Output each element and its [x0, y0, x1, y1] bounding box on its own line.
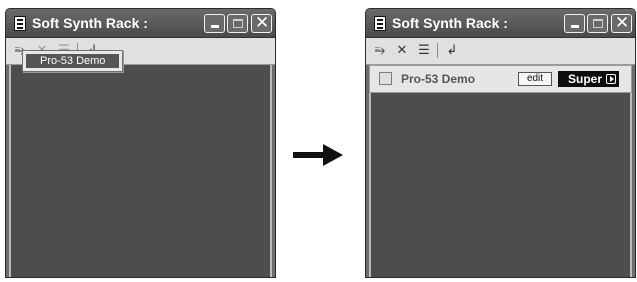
right-arrow-icon	[293, 144, 343, 166]
close-button[interactable]: ✕	[611, 13, 632, 33]
preset-button[interactable]: Super	[558, 71, 619, 87]
toolbar-separator	[437, 43, 438, 58]
insert-synth-icon[interactable]: ⥱	[372, 42, 388, 58]
synth-rack-window-before: Soft Synth Rack : ✕ ⥱ ✕ ☰ ↲	[5, 8, 276, 278]
synth-rack-window-after: Soft Synth Rack : ✕ ⥱ ✕ ☰ ↲ Pro-53 Demo …	[365, 8, 636, 278]
maximize-button[interactable]	[587, 14, 608, 33]
maximize-button[interactable]	[227, 14, 248, 33]
insert-menu: Pro-53 Demo	[22, 50, 123, 72]
properties-icon[interactable]: ☰	[416, 42, 432, 58]
delete-synth-icon[interactable]: ✕	[394, 42, 410, 58]
close-icon: ✕	[255, 13, 270, 32]
maximize-icon	[233, 19, 243, 28]
window-title: Soft Synth Rack :	[392, 15, 508, 31]
title-bar: Soft Synth Rack : ✕	[366, 9, 635, 38]
window-title: Soft Synth Rack :	[32, 15, 148, 31]
rack-area	[369, 65, 632, 277]
synth-slot[interactable]: Pro-53 Demo edit Super	[369, 65, 632, 93]
midi-icon[interactable]: ↲	[444, 42, 460, 58]
close-icon: ✕	[615, 13, 630, 32]
maximize-icon	[593, 19, 603, 28]
edit-button[interactable]: edit	[518, 72, 552, 86]
title-bar: Soft Synth Rack : ✕	[6, 9, 275, 38]
close-button[interactable]: ✕	[251, 13, 272, 33]
app-icon	[374, 16, 386, 31]
synth-name: Pro-53 Demo	[401, 72, 476, 86]
toolbar: ⥱ ✕ ☰ ↲	[366, 38, 635, 65]
preset-label: Super	[568, 72, 603, 86]
play-icon	[606, 74, 616, 84]
rack-area	[9, 65, 272, 277]
minimize-icon	[211, 25, 219, 28]
minimize-icon	[571, 25, 579, 28]
menu-item-pro53-demo[interactable]: Pro-53 Demo	[26, 54, 119, 68]
minimize-button[interactable]	[204, 14, 225, 33]
minimize-button[interactable]	[564, 14, 585, 33]
app-icon	[14, 16, 26, 31]
synth-enable-checkbox[interactable]	[379, 72, 392, 85]
